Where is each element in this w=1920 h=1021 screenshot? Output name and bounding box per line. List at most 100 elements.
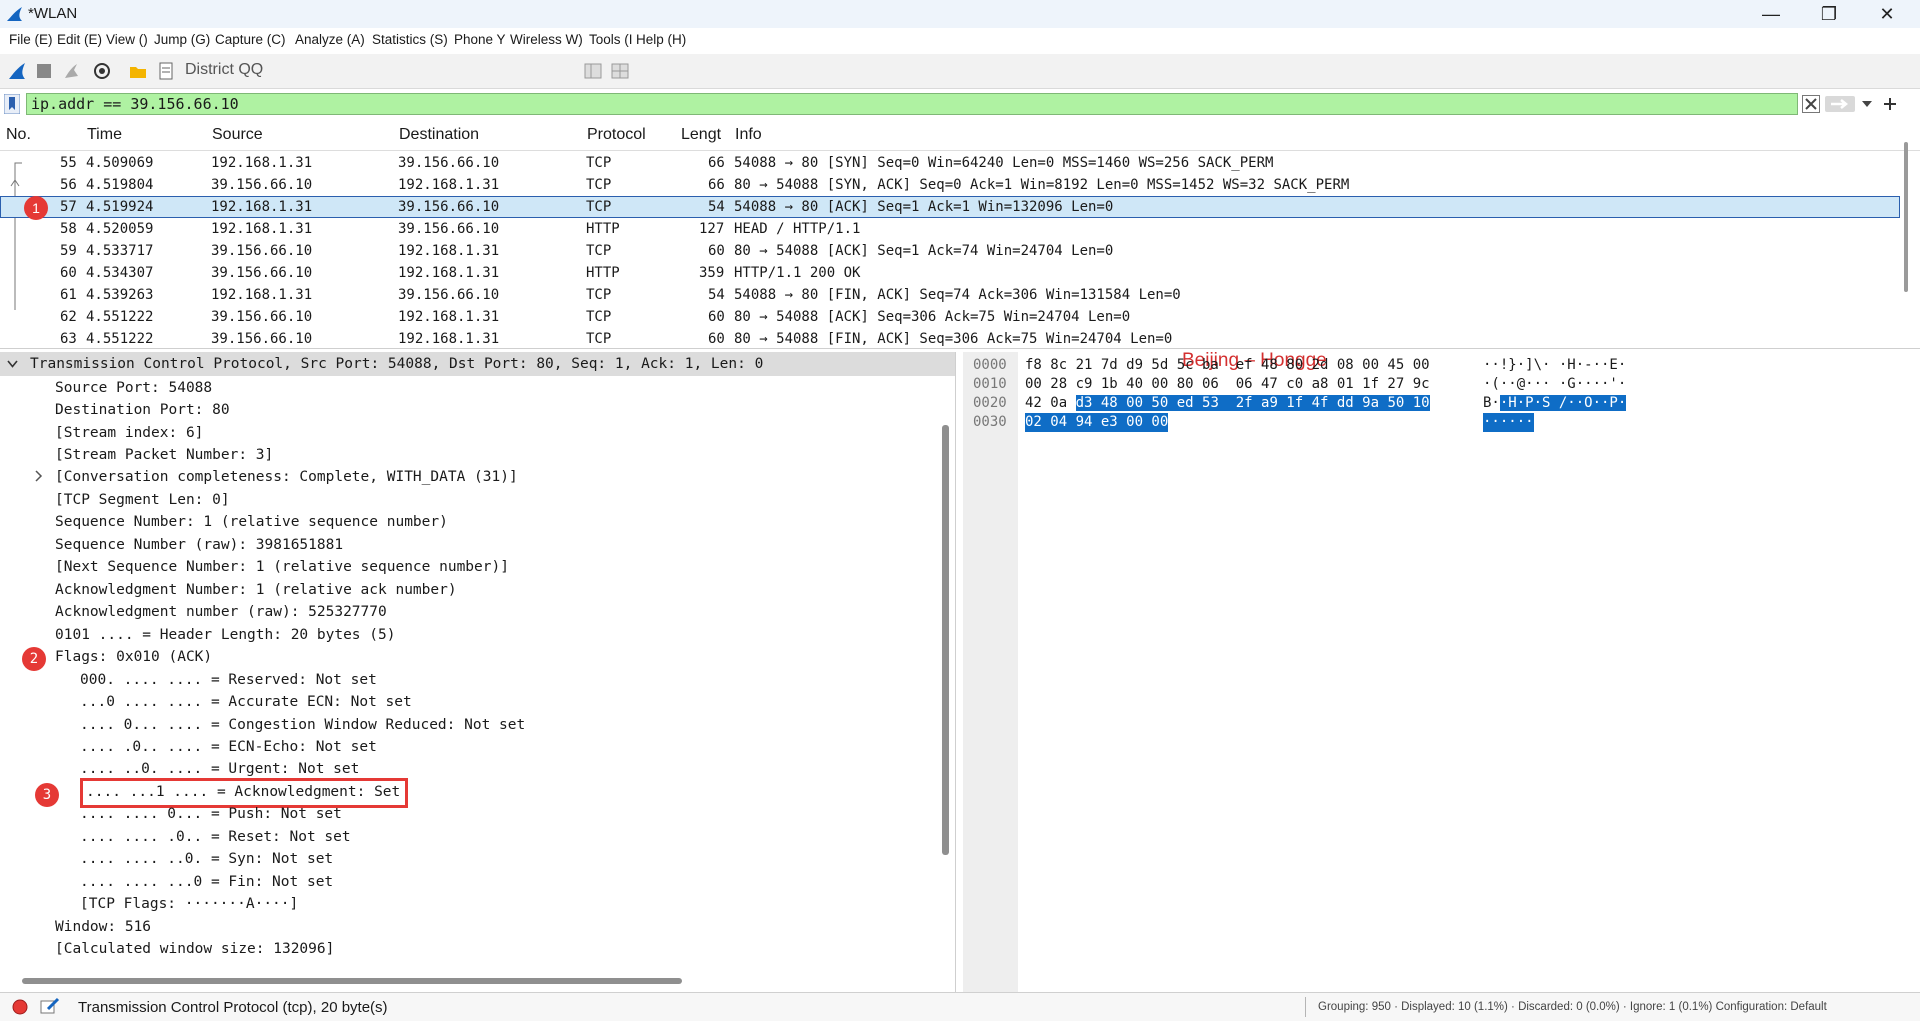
capture-status-icon[interactable] — [12, 999, 28, 1015]
packet-row[interactable]: 56 4.519804 39.156.66.10 192.168.1.31 TC… — [0, 174, 1900, 196]
cell-time: 4.551222 — [86, 331, 154, 346]
flag-bit-line[interactable]: .... .... ...0 = Fin: Not set — [80, 871, 333, 893]
detail-line[interactable]: [Next Sequence Number: 1 (relative seque… — [55, 556, 509, 578]
details-vertical-scrollbar[interactable] — [942, 425, 949, 855]
cell-info: 54088 → 80 [ACK] Seq=1 Ack=1 Win=132096 … — [734, 199, 1114, 215]
hex-bytes[interactable]: f8 8c 21 7d d9 5d 5c ba ef 48 80 2d 08 0… — [1025, 356, 1430, 375]
flag-bit-line[interactable]: .... 0... .... = Congestion Window Reduc… — [80, 714, 525, 736]
columns-icon[interactable] — [610, 61, 630, 81]
menu-edit[interactable]: Edit (E) — [57, 32, 102, 47]
collapsed-chevron-right-icon[interactable] — [35, 470, 43, 482]
packet-row[interactable]: 63 4.551222 39.156.66.10 192.168.1.31 TC… — [0, 328, 1900, 346]
column-header-time[interactable]: Time — [87, 126, 122, 144]
flag-bit-line[interactable]: .... .0.. .... = ECN-Echo: Not set — [80, 736, 377, 758]
restore-button[interactable]: ❐ — [1800, 0, 1858, 28]
menu-tools[interactable]: Tools (I — [589, 32, 633, 47]
add-filter-button-icon[interactable] — [1883, 97, 1897, 111]
menu-jump[interactable]: Jump (G) — [154, 32, 210, 47]
detail-line[interactable]: [Calculated window size: 132096] — [55, 938, 334, 960]
hex-bytes[interactable]: 00 28 c9 1b 40 00 80 06 06 47 c0 a8 01 1… — [1025, 375, 1430, 394]
column-header-no[interactable]: No. — [6, 126, 31, 144]
menu-wireless[interactable]: Wireless W) — [510, 32, 583, 47]
menu-help[interactable]: Help (H) — [636, 32, 686, 47]
ack-flag-line[interactable]: .... ...1 .... = Acknowledgment: Set — [86, 781, 400, 803]
flag-bit-line[interactable]: 000. .... .... = Reserved: Not set — [80, 669, 377, 691]
menu-view[interactable]: View () — [106, 32, 148, 47]
menu-capture[interactable]: Capture (C) — [215, 32, 286, 47]
packet-row[interactable]: 58 4.520059 192.168.1.31 39.156.66.10 HT… — [0, 218, 1900, 240]
detail-line[interactable]: 0101 .... = Header Length: 20 bytes (5) — [55, 624, 395, 646]
detail-line[interactable]: [Stream index: 6] — [55, 422, 203, 444]
apply-filter-icon[interactable] — [1825, 95, 1855, 113]
detail-line[interactable]: Acknowledgment number (raw): 525327770 — [55, 601, 387, 623]
flags-line[interactable]: Flags: 0x010 (ACK) — [55, 646, 212, 668]
edit-comment-icon[interactable] — [40, 997, 60, 1015]
capture-options-icon[interactable] — [92, 61, 112, 81]
flag-bit-line[interactable]: .... .... .0.. = Reset: Not set — [80, 826, 351, 848]
status-bar: Transmission Control Protocol (tcp), 20 … — [0, 992, 1920, 1021]
menu-phone[interactable]: Phone Y — [454, 32, 506, 47]
column-header-destination[interactable]: Destination — [399, 126, 479, 144]
packet-row-selected[interactable]: 57 4.519924 192.168.1.31 39.156.66.10 TC… — [0, 196, 1900, 218]
ascii-bytes-highlighted[interactable]: ······ — [1483, 413, 1534, 432]
flag-bit-line[interactable]: .... .... 0... = Push: Not set — [80, 803, 342, 825]
cell-destination: 39.156.66.10 — [398, 287, 500, 303]
menu-file[interactable]: File (E) — [9, 32, 53, 47]
cell-info: 80 → 54088 [FIN, ACK] Seq=306 Ack=75 Win… — [734, 331, 1173, 346]
layout-icon[interactable] — [583, 61, 603, 81]
flag-bit-line[interactable]: .... ..0. .... = Urgent: Not set — [80, 758, 359, 780]
packet-row[interactable]: 59 4.533717 39.156.66.10 192.168.1.31 TC… — [0, 240, 1900, 262]
save-file-icon[interactable] — [156, 61, 176, 81]
detail-line[interactable]: Sequence Number: 1 (relative sequence nu… — [55, 511, 448, 533]
flag-bit-line[interactable]: ...0 .... .... = Accurate ECN: Not set — [80, 691, 412, 713]
detail-line[interactable]: Destination Port: 80 — [55, 399, 230, 421]
open-file-icon[interactable] — [128, 61, 148, 81]
filter-history-chevron-down-icon[interactable] — [1861, 99, 1873, 109]
packet-bytes-pane: 0000 0010 0020 0030 f8 8c 21 7d d9 5d 5c… — [963, 352, 1920, 992]
tcp-flags-summary[interactable]: [TCP Flags: ·······A····] — [80, 893, 298, 915]
flag-bit-line[interactable]: .... .... ..0. = Syn: Not set — [80, 848, 333, 870]
cell-info: 54088 → 80 [FIN, ACK] Seq=74 Ack=306 Win… — [734, 287, 1181, 303]
detail-line[interactable]: [Stream Packet Number: 3] — [55, 444, 273, 466]
close-button[interactable]: ✕ — [1858, 0, 1916, 28]
packet-row[interactable]: 62 4.551222 39.156.66.10 192.168.1.31 TC… — [0, 306, 1900, 328]
detail-line[interactable]: Acknowledgment Number: 1 (relative ack n… — [55, 579, 457, 601]
ascii-bytes-highlighted: ·H·P·S /··O··P· — [1499, 395, 1627, 411]
detail-line[interactable]: [TCP Segment Len: 0] — [55, 489, 230, 511]
start-capture-icon[interactable] — [7, 61, 27, 81]
packet-row[interactable]: 60 4.534307 39.156.66.10 192.168.1.31 HT… — [0, 262, 1900, 284]
hex-bytes-row[interactable]: 42 0a d3 48 00 50 ed 53 2f a9 1f 4f dd 9… — [1025, 394, 1430, 413]
details-horizontal-scrollbar[interactable] — [22, 978, 682, 984]
ascii-bytes[interactable]: ··!}·]\· ·H·-··E· — [1483, 356, 1626, 375]
hex-bytes-highlighted[interactable]: 02 04 94 e3 00 00 — [1025, 413, 1169, 432]
expanded-chevron-down-icon[interactable] — [7, 360, 18, 368]
display-filter-input[interactable]: ip.addr == 39.156.66.10 — [26, 93, 1798, 115]
ascii-bytes[interactable]: ·(··@··· ·G····'· — [1483, 375, 1626, 394]
column-header-protocol[interactable]: Protocol — [587, 126, 646, 144]
menu-analyze[interactable]: Analyze (A) — [295, 32, 365, 47]
detail-line[interactable]: Sequence Number (raw): 3981651881 — [55, 534, 343, 556]
offset: 0010 — [973, 376, 1007, 392]
minimize-button[interactable]: — — [1742, 0, 1800, 28]
detail-line[interactable]: [Conversation completeness: Complete, WI… — [55, 466, 518, 488]
menu-statistics[interactable]: Statistics (S) — [372, 32, 448, 47]
column-header-source[interactable]: Source — [212, 126, 263, 144]
bookmark-icon[interactable] — [4, 94, 20, 114]
tcp-header-text: Transmission Control Protocol, Src Port:… — [30, 356, 764, 372]
tcp-tree-header[interactable]: Transmission Control Protocol, Src Port:… — [0, 352, 955, 376]
stop-capture-icon[interactable] — [34, 61, 54, 81]
detail-line[interactable]: Source Port: 54088 — [55, 377, 212, 399]
ascii-bytes-row[interactable]: B··H·P·S /··O··P· — [1483, 394, 1627, 413]
cell-length: 66 — [708, 177, 725, 193]
detail-line[interactable]: Window: 516 — [55, 916, 151, 938]
toolbar-label: District QQ — [185, 61, 264, 78]
column-header-length[interactable]: Lengt — [681, 126, 721, 144]
restart-capture-icon[interactable] — [62, 61, 82, 81]
cell-time: 4.533717 — [86, 243, 154, 259]
cell-protocol: TCP — [586, 309, 612, 325]
clear-filter-icon[interactable] — [1802, 95, 1820, 113]
packet-row[interactable]: 55 4.509069 192.168.1.31 39.156.66.10 TC… — [0, 152, 1900, 174]
column-header-info[interactable]: Info — [735, 126, 762, 144]
packet-row[interactable]: 61 4.539263 192.168.1.31 39.156.66.10 TC… — [0, 284, 1900, 306]
packet-list-scrollbar[interactable] — [1904, 142, 1908, 292]
